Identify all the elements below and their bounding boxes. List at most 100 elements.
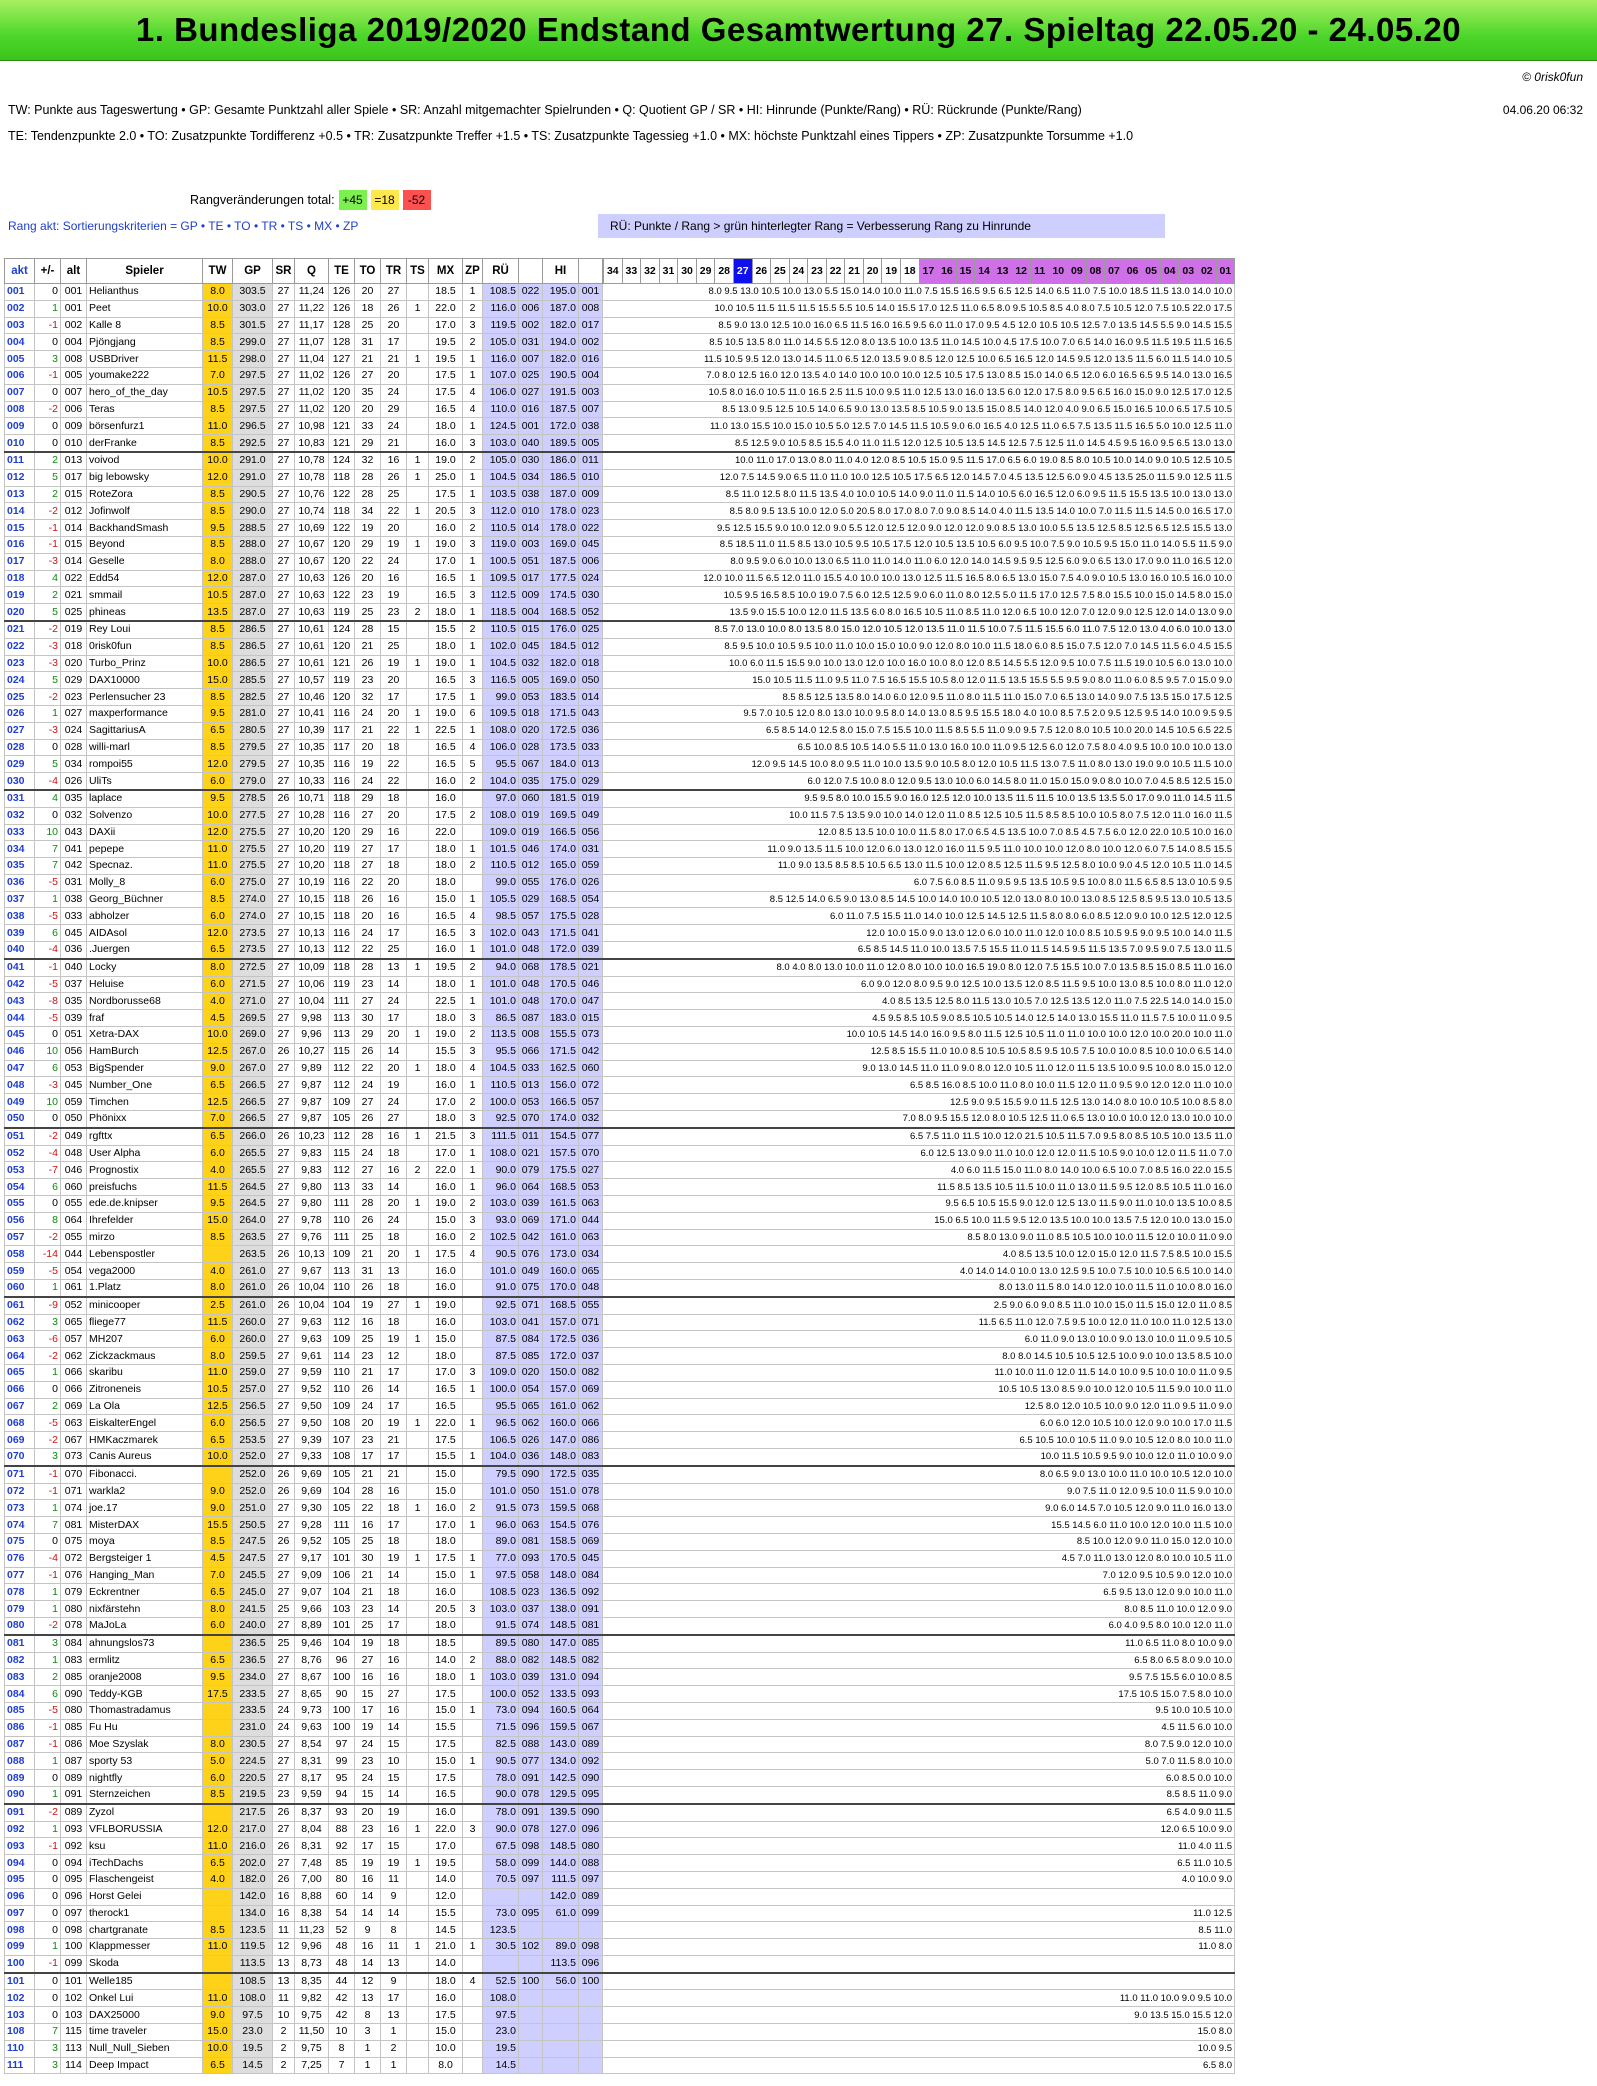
q-value: 9,73 bbox=[294, 1701, 329, 1720]
rank-previous: 097 bbox=[60, 1904, 87, 1923]
ts-value: 1 bbox=[406, 1549, 429, 1568]
mx-value: 22.5 bbox=[428, 721, 463, 740]
rank-current: 005 bbox=[4, 350, 35, 368]
rank-current: 021 bbox=[4, 620, 35, 639]
table-row: 007 0 007 hero_of_the_day 10.5 297.5 27 11,02 12… bbox=[4, 383, 1235, 402]
tr-value: 14 bbox=[380, 1785, 407, 1805]
rank-previous: 089 bbox=[60, 1769, 87, 1787]
matchday-18: 18 bbox=[900, 259, 919, 283]
mx-value: 19.0 bbox=[428, 1026, 463, 1044]
hi-points bbox=[542, 2023, 579, 2041]
tr-value: 16 bbox=[380, 1820, 407, 1839]
hi-rank: 055 bbox=[578, 1296, 603, 1315]
tw-value: 12.0 bbox=[202, 755, 233, 774]
matchday-points: 6.5 8.0 6.5 8.0 9.0 10.0 bbox=[602, 1651, 1235, 1670]
table-row: 046 10 056 HamBurch 12.5 267.0 26 10,27 115 26 14 1… bbox=[4, 1042, 1235, 1061]
te-value: 109 bbox=[328, 1397, 355, 1416]
hi-rank: 001 bbox=[578, 283, 603, 301]
tw-value: 9.5 bbox=[202, 1668, 233, 1687]
hi-rank: 092 bbox=[578, 1752, 603, 1771]
ru-points: 97.0 bbox=[482, 789, 519, 808]
hi-rank: 008 bbox=[578, 299, 603, 318]
ts-value bbox=[406, 2006, 429, 2025]
hi-rank: 053 bbox=[578, 1178, 603, 1197]
q-value: 9,89 bbox=[294, 1059, 329, 1078]
mx-value: 21.5 bbox=[428, 1127, 463, 1146]
mx-value: 16.5 bbox=[428, 738, 463, 757]
mx-value: 10.0 bbox=[428, 2039, 463, 2058]
hi-points: 172.0 bbox=[542, 941, 579, 960]
gp-value: 286.5 bbox=[232, 637, 273, 656]
ru-rank: 035 bbox=[518, 772, 543, 791]
te-value: 112 bbox=[328, 1076, 355, 1095]
table-row: 024 5 029 DAX10000 15.0 285.5 27 10,57 119 23 20 16… bbox=[4, 671, 1235, 690]
rank-current: 020 bbox=[4, 603, 35, 622]
matchday-points: 8.5 7.0 13.0 10.0 8.0 13.5 8.0 15.0 12.0… bbox=[602, 620, 1235, 639]
rank-change: 0 bbox=[34, 2006, 61, 2025]
hi-rank: 059 bbox=[578, 857, 603, 875]
to-value: 19 bbox=[354, 1634, 381, 1653]
ru-points: 110.0 bbox=[482, 400, 519, 419]
matchday-points: 11.0 4.0 11.5 bbox=[602, 1837, 1235, 1856]
table-row: 045 0 051 Xetra-DAX 10.0 269.0 27 9,96 113 29 20 1 1… bbox=[4, 1026, 1235, 1044]
gp-value: 261.0 bbox=[232, 1279, 273, 1298]
sr-value: 27 bbox=[272, 1769, 295, 1787]
mx-value: 14.0 bbox=[428, 1651, 463, 1670]
rank-change: -2 bbox=[34, 688, 61, 706]
rank-previous: 046 bbox=[60, 1161, 87, 1180]
ru-note: RÜ: Punkte / Rang > grün hinterlegter Ra… bbox=[598, 214, 1165, 238]
rank-change: 6 bbox=[34, 1685, 61, 1703]
q-value: 9,59 bbox=[294, 1785, 329, 1805]
ru-rank: 050 bbox=[518, 1482, 543, 1501]
gp-value: 23.0 bbox=[232, 2023, 273, 2041]
to-value: 14 bbox=[354, 1887, 381, 1906]
ru-points: 23.0 bbox=[482, 2023, 519, 2041]
matchday-points: 4.5 11.5 6.0 10.0 bbox=[602, 1718, 1235, 1737]
rank-current: 003 bbox=[4, 316, 35, 335]
tw-value: 10.5 bbox=[202, 586, 233, 605]
gp-value: 281.0 bbox=[232, 704, 273, 723]
ts-value bbox=[406, 1651, 429, 1670]
table-row: 092 1 093 VFLBORUSSIA 12.0 217.0 27 8,04 88 23 16 1… bbox=[4, 1820, 1235, 1839]
zp-value: 1 bbox=[462, 1178, 483, 1197]
tr-value: 16 bbox=[380, 451, 407, 470]
to-value: 27 bbox=[354, 1093, 381, 1112]
gp-value: 230.5 bbox=[232, 1735, 273, 1754]
rank-previous: 012 bbox=[60, 502, 87, 521]
hi-rank: 064 bbox=[578, 1701, 603, 1720]
rank-previous: 055 bbox=[60, 1195, 87, 1213]
rank-previous: 018 bbox=[60, 637, 87, 656]
tw-value: 7.0 bbox=[202, 1566, 233, 1585]
mx-value: 16.5 bbox=[428, 1397, 463, 1416]
hi-points: 154.5 bbox=[542, 1127, 579, 1146]
rank-previous: 031 bbox=[60, 873, 87, 892]
hi-points bbox=[542, 1921, 579, 1940]
tr-value: 15 bbox=[380, 1769, 407, 1787]
rank-current: 025 bbox=[4, 688, 35, 706]
q-value: 9,07 bbox=[294, 1583, 329, 1602]
table-row: 033 10 043 DAXii 12.0 275.5 27 10,20 120 29 16 22.0… bbox=[4, 823, 1235, 842]
to-value: 26 bbox=[354, 1211, 381, 1230]
gp-value: 245.5 bbox=[232, 1566, 273, 1585]
rank-previous: 035 bbox=[60, 789, 87, 808]
te-value: 111 bbox=[328, 1228, 355, 1247]
gp-value: 247.5 bbox=[232, 1532, 273, 1551]
sr-value: 27 bbox=[272, 316, 295, 335]
sr-value: 27 bbox=[272, 299, 295, 318]
hi-rank: 081 bbox=[578, 1616, 603, 1636]
tw-value: 10.5 bbox=[202, 383, 233, 402]
q-value: 8,73 bbox=[294, 1954, 329, 1974]
te-value: 118 bbox=[328, 890, 355, 909]
sr-value: 26 bbox=[272, 1482, 295, 1501]
ru-points bbox=[482, 1954, 519, 1974]
gp-value: 269.5 bbox=[232, 1009, 273, 1028]
ru-rank: 002 bbox=[518, 316, 543, 335]
mx-value: 16.0 bbox=[428, 1313, 463, 1332]
rank-previous: 085 bbox=[60, 1718, 87, 1737]
ru-rank: 045 bbox=[518, 637, 543, 656]
tr-value: 17 bbox=[380, 924, 407, 943]
ts-value: 2 bbox=[406, 1161, 429, 1180]
q-value: 10,15 bbox=[294, 907, 329, 926]
sr-value: 27 bbox=[272, 637, 295, 656]
hi-rank: 026 bbox=[578, 873, 603, 892]
